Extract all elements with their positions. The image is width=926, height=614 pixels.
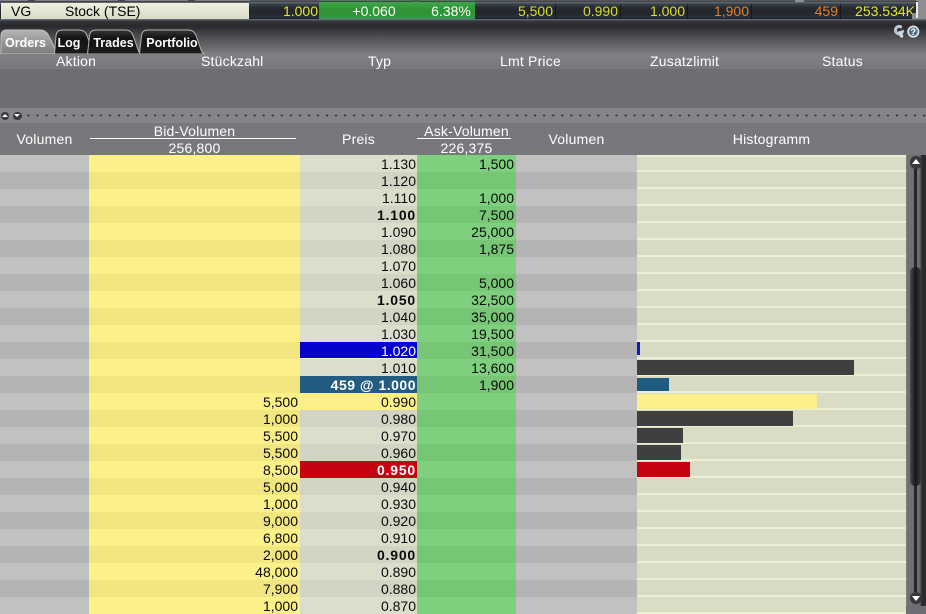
- svg-text:Orders: Orders: [5, 36, 46, 50]
- svg-text:?: ?: [911, 27, 917, 37]
- svg-text:Trades: Trades: [93, 36, 133, 50]
- svg-text:Portfolio: Portfolio: [146, 36, 198, 50]
- svg-text:Log: Log: [58, 36, 81, 50]
